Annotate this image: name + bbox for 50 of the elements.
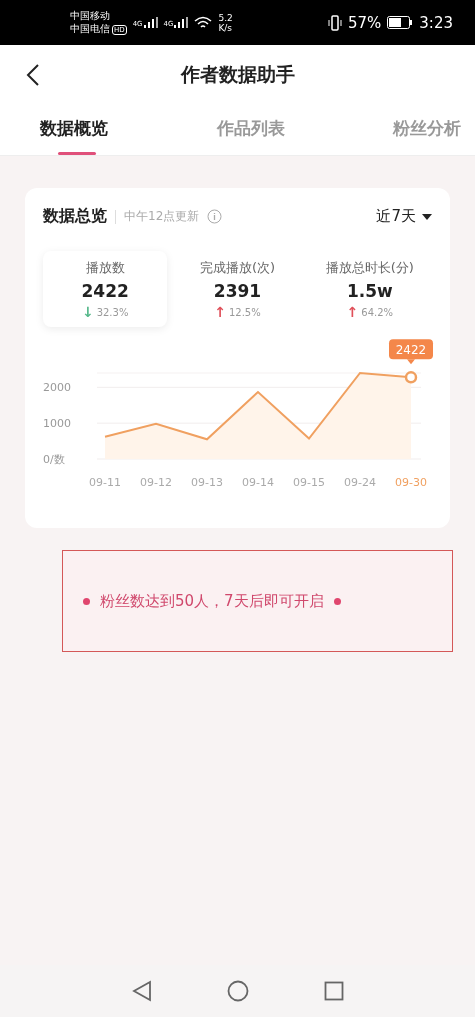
- trend-arrow: ↓: [81, 305, 94, 319]
- metric-value: 2391: [213, 281, 262, 301]
- signal-icon: [174, 17, 189, 28]
- bullet-dot: [333, 597, 341, 605]
- y-tick-label: 0/数: [43, 453, 65, 466]
- home-circle-icon[interactable]: [226, 980, 249, 1002]
- caret-icon: [422, 213, 432, 220]
- y-tick-label: 2000: [43, 381, 71, 395]
- trend-arrow: ↑: [346, 305, 359, 319]
- bullet-dot: [83, 597, 90, 605]
- metric-tile[interactable]: 播放总时长(分) 1.5w ↑ 64.2%: [307, 251, 432, 327]
- x-tick-label: 09-13: [191, 476, 223, 489]
- speed-unit: K/s: [218, 22, 233, 33]
- back-icon[interactable]: [26, 63, 40, 87]
- wifi-icon: [194, 16, 213, 29]
- x-tick-label: 09-30: [395, 476, 427, 489]
- trend-arrow: ↑: [214, 305, 226, 319]
- recents-square-icon[interactable]: [323, 981, 344, 1001]
- x-tick-label: 09-14: [242, 476, 274, 489]
- metric-label: 完成播放(次): [199, 259, 276, 277]
- battery-percent: 57%: [347, 13, 382, 32]
- page-title: 作者数据助手: [180, 62, 295, 87]
- data-point: [404, 371, 418, 384]
- back-triangle-icon[interactable]: [131, 980, 152, 1002]
- metric-value: 1.5w: [346, 281, 393, 301]
- x-tick-label: 09-15: [293, 476, 325, 489]
- notice-text: 粉丝数达到50人，7天后即可开启: [100, 591, 324, 611]
- vibrate-icon: [327, 14, 342, 31]
- x-tick-label: 09-12: [140, 476, 172, 489]
- update-note: 中午12点更新: [124, 208, 200, 225]
- range-dropdown[interactable]: 近7天: [376, 207, 432, 226]
- x-tick-label: 09-11: [89, 476, 121, 489]
- metric-tile[interactable]: 播放数 2422 ↓ 32.3%: [43, 251, 168, 327]
- tab[interactable]: 数据概览: [40, 105, 108, 155]
- metric-tile[interactable]: 完成播放(次) 2391 ↑ 12.5%: [175, 251, 300, 327]
- metric-value: 2422: [81, 281, 129, 301]
- metric-label: 播放数: [85, 259, 125, 277]
- card-title: 数据总览: [43, 206, 107, 227]
- speed-value: 5.2: [218, 12, 233, 23]
- metric-change: 32.3%: [96, 306, 129, 318]
- metric-label: 播放总时长(分): [325, 259, 414, 277]
- metric-change: 64.2%: [361, 306, 394, 318]
- y-tick-label: 1000: [43, 417, 71, 431]
- value-tooltip: 2422: [389, 339, 433, 365]
- carrier-label: 中国移动: [70, 8, 111, 22]
- clock-time: 3:23: [419, 13, 453, 32]
- metric-change: 12.5%: [228, 306, 261, 318]
- x-tick-label: 09-24: [344, 476, 376, 489]
- signal-icon: [143, 17, 158, 28]
- battery-icon: [387, 16, 414, 29]
